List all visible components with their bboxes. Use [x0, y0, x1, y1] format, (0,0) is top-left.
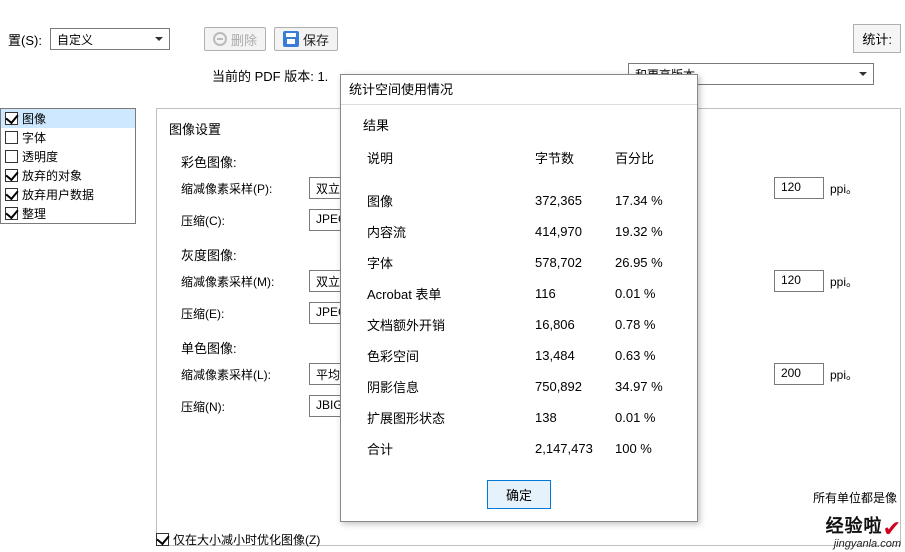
settings-label: 置(S): — [8, 30, 42, 49]
settings-select-value: 自定义 — [57, 33, 93, 47]
table-cell: 17.34 % — [611, 185, 681, 216]
optimize-checkbox[interactable]: 仅在大小减小时优化图像(Z) — [156, 531, 320, 548]
table-row: 内容流414,97019.32 % — [363, 216, 681, 247]
ppi-mono-input[interactable]: 200 — [774, 363, 824, 385]
sidebar-item[interactable]: 透明度 — [1, 147, 135, 166]
table-row: 图像372,36517.34 % — [363, 185, 681, 216]
ppi-gray-input[interactable]: 120 — [774, 270, 824, 292]
sidebar-item[interactable]: 放弃用户数据 — [1, 185, 135, 204]
checkbox-icon — [156, 533, 169, 546]
ok-button[interactable]: 确定 — [487, 480, 551, 509]
col-bytes: 字节数 — [531, 142, 611, 185]
stats-table: 说明 字节数 百分比 图像372,36517.34 %内容流414,97019.… — [363, 142, 681, 464]
dialog-title: 统计空间使用情况 — [341, 75, 697, 105]
sidebar-item-label: 透明度 — [22, 148, 58, 165]
sidebar: 图像字体透明度放弃的对象放弃用户数据整理 — [0, 108, 136, 224]
compress-e-label: 压缩(E): — [181, 305, 301, 322]
table-row: 阴影信息750,89234.97 % — [363, 371, 681, 402]
save-button-label: 保存 — [303, 30, 329, 49]
compress-n-label: 压缩(N): — [181, 398, 301, 415]
table-row: 合计2,147,473100 % — [363, 433, 681, 464]
sidebar-item-label: 放弃的对象 — [22, 167, 82, 184]
ppi-unit: ppi。 — [830, 366, 858, 383]
table-cell: 16,806 — [531, 309, 611, 340]
table-cell: 0.78 % — [611, 309, 681, 340]
table-cell: 750,892 — [531, 371, 611, 402]
table-cell: 578,702 — [531, 247, 611, 278]
dialog-subhead: 结果 — [363, 115, 681, 134]
ppi-unit: ppi。 — [830, 273, 858, 290]
col-percent: 百分比 — [611, 142, 681, 185]
delete-button-label: 删除 — [231, 30, 257, 49]
table-row: 色彩空间13,4840.63 % — [363, 340, 681, 371]
pdf-version-label: 当前的 PDF 版本: 1. — [212, 66, 328, 85]
table-cell: 字体 — [363, 247, 531, 278]
checkbox-icon — [5, 150, 18, 163]
table-cell: 414,970 — [531, 216, 611, 247]
sidebar-item[interactable]: 字体 — [1, 128, 135, 147]
table-cell: 阴影信息 — [363, 371, 531, 402]
units-label: 所有单位都是像 — [813, 489, 897, 506]
watermark: 经验啦✔ jingyanla.com — [826, 512, 901, 550]
table-cell: 0.01 % — [611, 402, 681, 433]
sidebar-item[interactable]: 图像 — [1, 109, 135, 128]
checkbox-icon — [5, 188, 18, 201]
settings-select[interactable]: 自定义 — [50, 28, 170, 50]
check-icon: ✔ — [883, 516, 901, 542]
table-cell: 2,147,473 — [531, 433, 611, 464]
table-cell: 100 % — [611, 433, 681, 464]
sidebar-item-label: 放弃用户数据 — [22, 186, 94, 203]
sidebar-item[interactable]: 放弃的对象 — [1, 166, 135, 185]
table-row: Acrobat 表单1160.01 % — [363, 278, 681, 309]
toolbar: 置(S): 自定义 删除 保存 — [0, 24, 905, 54]
sidebar-item[interactable]: 整理 — [1, 204, 135, 223]
table-row: 扩展图形状态1380.01 % — [363, 402, 681, 433]
table-cell: 116 — [531, 278, 611, 309]
stats-dialog: 统计空间使用情况 结果 说明 字节数 百分比 图像372,36517.34 %内… — [340, 74, 698, 522]
sidebar-item-label: 整理 — [22, 205, 46, 222]
floppy-icon — [283, 31, 299, 47]
table-cell: 26.95 % — [611, 247, 681, 278]
downsample-l-label: 缩减像素采样(L): — [181, 366, 301, 383]
table-cell: 内容流 — [363, 216, 531, 247]
checkbox-icon — [5, 207, 18, 220]
table-cell: 13,484 — [531, 340, 611, 371]
checkbox-icon — [5, 131, 18, 144]
table-cell: 合计 — [363, 433, 531, 464]
save-button[interactable]: 保存 — [274, 27, 338, 51]
col-desc: 说明 — [363, 142, 531, 185]
sidebar-item-label: 字体 — [22, 129, 46, 146]
downsample-m-label: 缩减像素采样(M): — [181, 273, 301, 290]
table-cell: 图像 — [363, 185, 531, 216]
table-cell: 0.01 % — [611, 278, 681, 309]
compress-c-label: 压缩(C): — [181, 212, 301, 229]
optimize-checkbox-label: 仅在大小减小时优化图像(Z) — [173, 531, 320, 548]
delete-button[interactable]: 删除 — [204, 27, 266, 51]
table-cell: Acrobat 表单 — [363, 278, 531, 309]
table-cell: 372,365 — [531, 185, 611, 216]
sidebar-item-label: 图像 — [22, 110, 46, 127]
table-row: 文档额外开销16,8060.78 % — [363, 309, 681, 340]
ppi-unit: ppi。 — [830, 180, 858, 197]
stats-button[interactable]: 统计: — [853, 24, 901, 53]
checkbox-icon — [5, 112, 18, 125]
table-cell: 34.97 % — [611, 371, 681, 402]
table-cell: 19.32 % — [611, 216, 681, 247]
checkbox-icon — [5, 169, 18, 182]
table-cell: 色彩空间 — [363, 340, 531, 371]
ppi-color-input[interactable]: 120 — [774, 177, 824, 199]
table-cell: 138 — [531, 402, 611, 433]
minus-circle-icon — [213, 32, 227, 46]
downsample-p-label: 缩减像素采样(P): — [181, 180, 301, 197]
table-cell: 0.63 % — [611, 340, 681, 371]
table-cell: 文档额外开销 — [363, 309, 531, 340]
table-cell: 扩展图形状态 — [363, 402, 531, 433]
table-row: 字体578,70226.95 % — [363, 247, 681, 278]
